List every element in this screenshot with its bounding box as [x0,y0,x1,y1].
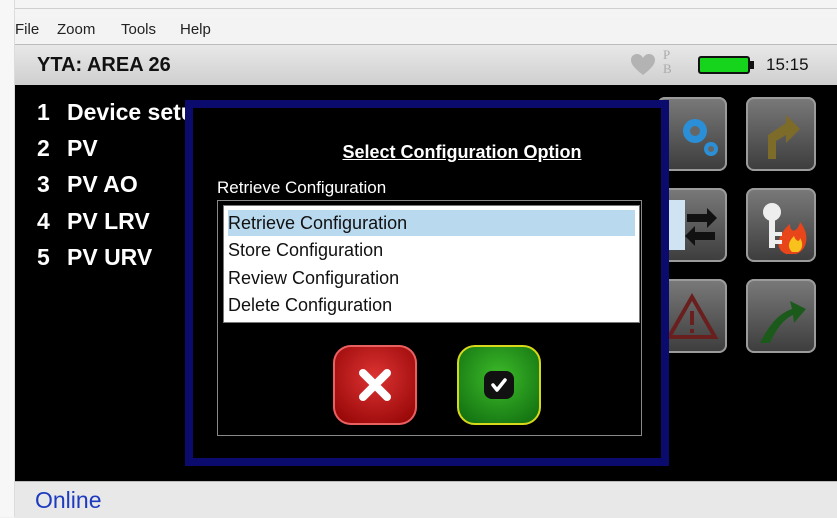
cancel-button[interactable] [333,345,417,425]
config-dialog: Select Configuration Option Retrieve Con… [185,100,669,466]
top-border [15,8,837,9]
security-tile[interactable] [746,188,816,262]
option-review[interactable]: Review Configuration [228,265,635,291]
menu-item-pv-urv[interactable]: 5 PV URV [37,244,152,271]
navigate-tile[interactable] [746,97,816,171]
current-option-label: Retrieve Configuration [217,178,387,197]
up-arrow-icon [760,301,806,343]
device-header: YTA: AREA 26 P B 15:15 [15,44,837,86]
key-flame-icon [763,203,807,254]
heart-icon [631,54,655,75]
device-title: YTA: AREA 26 [37,54,171,76]
menu-file[interactable]: File [15,21,39,38]
option-store[interactable]: Store Configuration [228,237,635,263]
menu-tools[interactable]: Tools [121,21,156,38]
ok-button[interactable] [457,345,541,425]
menu-zoom[interactable]: Zoom [57,21,95,38]
status-bar: Online [15,481,837,518]
pb-indicator: P B [663,47,672,76]
left-edge [0,0,15,517]
menu-item-pv-ao[interactable]: 3 PV AO [37,171,138,198]
option-delete[interactable]: Delete Configuration [228,292,635,318]
dialog-title: Select Configuration Option [342,142,582,162]
menu-help[interactable]: Help [180,21,211,38]
menu-item-pv-lrv[interactable]: 4 PV LRV [37,208,150,235]
checkmark-icon [491,378,507,392]
cancel-x-icon [359,369,391,401]
app-window: File Zoom Tools Help YTA: AREA 26 P B 15… [0,0,837,518]
checkmark-box [484,371,514,399]
option-retrieve[interactable]: Retrieve Configuration [228,210,635,236]
battery-icon [698,56,750,74]
trend-tile[interactable] [746,279,816,353]
menu-item-pv[interactable]: 2 PV [37,135,98,162]
battery-tip [750,61,754,69]
config-option-list[interactable]: Retrieve Configuration Store Configurati… [223,205,640,323]
menu-bar: File Zoom Tools Help [15,18,837,42]
turn-arrow-icon [768,115,800,159]
connection-status: Online [35,487,102,513]
menu-item-device-setup[interactable]: 1 Device setup [37,99,209,126]
clock: 15:15 [766,55,809,74]
